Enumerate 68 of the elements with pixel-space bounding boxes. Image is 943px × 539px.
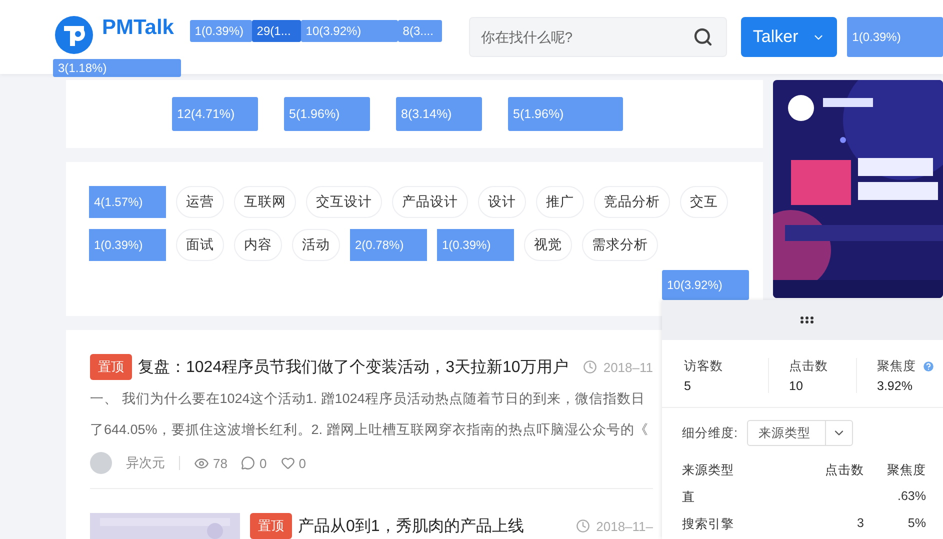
article-excerpt: 一、 我们为什么要在1024这个活动1. 蹭1024程序员活动热点随着节日的到来，微信指数日 xyxy=(90,390,645,408)
tag-chip[interactable]: 视觉 xyxy=(524,229,572,261)
table-cell-text: 直 xyxy=(682,489,696,506)
tag-chip[interactable]: 产品设计 xyxy=(392,186,468,218)
article-date: 2018–11 xyxy=(603,360,653,374)
table-cell-text: 5% xyxy=(906,516,926,532)
dimension-label: 细分维度: xyxy=(682,424,738,442)
view-count: 78 xyxy=(213,456,228,470)
tag-chip[interactable]: 活动 xyxy=(292,229,340,261)
stat-label: 聚焦度 xyxy=(877,358,916,375)
click-heat-label: 8(3.... xyxy=(398,20,442,42)
user-menu-button[interactable]: Talker xyxy=(741,17,838,57)
tag-chip[interactable]: 竞品分析 xyxy=(594,186,670,218)
click-heat-label: 1(0.39%) xyxy=(847,17,943,57)
stat-value: 5 xyxy=(684,379,692,393)
search-icon[interactable] xyxy=(693,27,713,47)
comment-count: 0 xyxy=(259,456,267,470)
click-heat-label: 1(0.39%) xyxy=(89,229,166,261)
clock-icon xyxy=(576,519,590,533)
article-date: 2018–11– xyxy=(596,518,653,534)
tag-chip[interactable]: 运营 xyxy=(176,186,224,218)
stat-value: 10 xyxy=(789,379,804,393)
comment-icon xyxy=(241,456,256,470)
click-heat-label: 5(1.96%) xyxy=(284,97,370,131)
column-header: 点击数 xyxy=(824,462,864,479)
heart-icon xyxy=(280,456,295,470)
click-heat-label: 8(3.14%) xyxy=(396,97,482,131)
tag-chip[interactable]: 互联网 xyxy=(234,186,296,218)
tag-chip[interactable]: 内容 xyxy=(234,229,282,261)
help-icon[interactable] xyxy=(922,360,935,373)
click-heat-label: 2(0.78%) xyxy=(350,229,427,261)
click-heat-label: 1(0.39%) xyxy=(190,20,252,42)
logo-text[interactable]: PMTalk xyxy=(102,16,174,40)
pinned-badge: 置顶 xyxy=(250,513,292,539)
click-heat-label: 5(1.96%) xyxy=(508,97,623,131)
click-heat-label: 10(3.92%) xyxy=(662,270,749,300)
search-field[interactable]: 你在找什么呢? xyxy=(468,17,727,57)
tag-chip[interactable]: 需求分析 xyxy=(582,229,658,261)
click-heat-label: 12(4.71%) xyxy=(172,97,258,131)
click-heat-label: 1(0.39%) xyxy=(437,229,514,261)
article-title[interactable]: 产品从0到1，秀肌肉的产品上线 xyxy=(298,516,524,536)
stat-label: 访客数 xyxy=(684,358,723,375)
click-heat-label: 4(1.57%) xyxy=(89,186,166,218)
table-cell: 3 xyxy=(857,516,864,530)
tag-chip[interactable]: 交互 xyxy=(680,186,728,218)
logo-icon xyxy=(54,15,94,55)
eye-icon xyxy=(194,456,209,470)
click-heat-label: 3(1.18%) xyxy=(53,59,181,77)
click-heat-label: 10(3.92%) xyxy=(300,20,398,42)
tag-chip[interactable]: 推广 xyxy=(536,186,584,218)
pinned-badge: 置顶 xyxy=(90,354,132,380)
article-excerpt: 了644.05%，要抓住这波增长红利。2. 蹭网上吐槽互联网穿衣指南的热点吓脑湿公众号的《 xyxy=(90,421,648,439)
tag-chip[interactable]: 面试 xyxy=(176,229,224,261)
like-count: 0 xyxy=(298,456,306,470)
stat-label: 点击数 xyxy=(789,358,828,375)
tag-chip[interactable]: 设计 xyxy=(478,186,526,218)
tag-chip[interactable]: 交互设计 xyxy=(306,186,382,218)
column-header: 来源类型 xyxy=(682,462,735,479)
table-cell-text: 搜索引擎 xyxy=(682,516,735,533)
grip-icon[interactable] xyxy=(800,316,814,324)
dimension-select[interactable]: 来源类型 xyxy=(747,420,854,446)
clock-icon xyxy=(583,360,598,374)
article-title[interactable]: 复盘：1024程序员节我们做了个变装活动，3天拉新10万用户 xyxy=(138,356,568,378)
table-cell-text: .63% xyxy=(896,489,926,505)
stat-value: 3.92% xyxy=(877,379,914,393)
click-heat-label: 29(1... xyxy=(252,20,301,42)
author-name[interactable]: 异次元 xyxy=(126,454,165,472)
column-header: 聚焦度 xyxy=(886,462,926,479)
